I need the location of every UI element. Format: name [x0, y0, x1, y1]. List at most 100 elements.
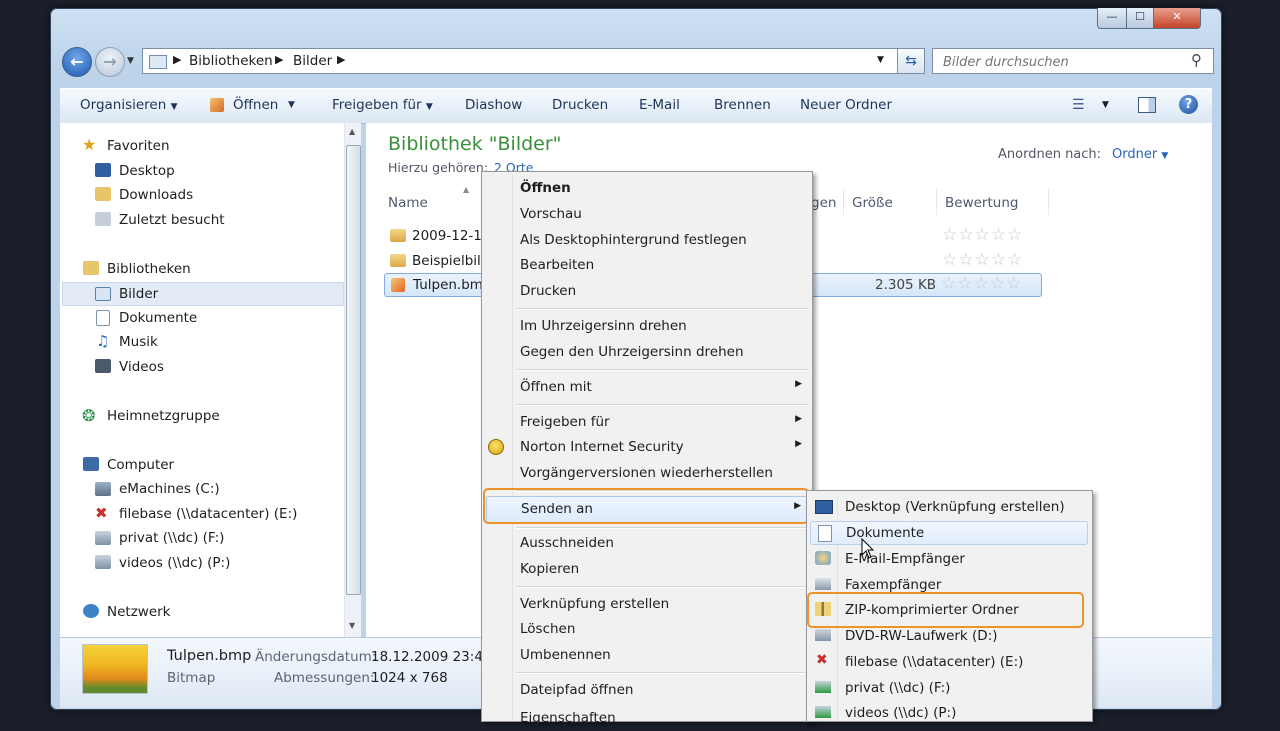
scroll-up-arrow-icon[interactable]: ▲ — [349, 127, 355, 136]
menu-item-copy[interactable]: Kopieren — [482, 557, 812, 582]
view-options-icon[interactable]: ☰ — [1072, 97, 1085, 113]
nav-music[interactable]: Musik — [119, 334, 158, 350]
nav-scrollbar[interactable]: ▲ ▼ — [344, 123, 361, 637]
bitmap-file-icon — [391, 278, 405, 292]
menu-separator — [516, 308, 809, 310]
breadcrumb-libraries[interactable]: Bibliotheken — [189, 53, 273, 69]
maximize-button[interactable]: ☐ — [1126, 8, 1154, 29]
menu-item-edit[interactable]: Bearbeiten — [482, 253, 812, 278]
search-icon[interactable]: ⚲ — [1191, 51, 1202, 69]
new-folder-button[interactable]: Neuer Ordner — [800, 97, 892, 113]
column-header-size[interactable]: Größe — [852, 195, 893, 211]
sendto-dvd-drive[interactable]: DVD-RW-Laufwerk (D:) — [807, 624, 1092, 649]
address-dropdown-icon[interactable]: ▼ — [877, 55, 884, 65]
documents-icon — [818, 525, 832, 542]
open-dropdown-icon[interactable]: ▼ — [288, 100, 295, 110]
rating-stars[interactable]: ☆☆☆☆☆ — [942, 250, 1023, 270]
print-button[interactable]: Drucken — [552, 97, 608, 113]
folder-icon — [390, 254, 406, 267]
computer-icon — [83, 457, 99, 471]
sendto-desktop[interactable]: Desktop (Verknüpfung erstellen) — [807, 495, 1092, 520]
recent-pages-dropdown[interactable]: ▼ — [127, 56, 134, 66]
preview-pane-icon[interactable] — [1138, 97, 1156, 113]
menu-item-rename[interactable]: Umbenennen — [482, 643, 812, 668]
menu-item-open-file-location[interactable]: Dateipfad öffnen — [482, 678, 812, 703]
nav-homegroup[interactable]: Heimnetzgruppe — [107, 408, 220, 424]
organize-button[interactable]: Organisieren ▼ — [80, 97, 178, 113]
file-name: Tulpen.bm — [413, 277, 483, 293]
system-drive-icon — [95, 482, 111, 496]
address-bar[interactable]: ▶ Bibliotheken ▶ Bilder ▶ ▼ — [142, 48, 916, 74]
share-button[interactable]: Freigeben für ▼ — [332, 97, 433, 113]
rating-stars[interactable]: ☆☆☆☆☆ — [942, 225, 1023, 245]
back-button[interactable]: ← — [62, 47, 92, 77]
search-input[interactable] — [941, 52, 1185, 72]
arrange-by-dropdown[interactable]: Ordner ▼ — [1112, 147, 1168, 162]
menu-item-cut[interactable]: Ausschneiden — [482, 531, 812, 556]
menu-item-print[interactable]: Drucken — [482, 279, 812, 304]
details-file-type: Bitmap — [167, 670, 216, 686]
nav-drive-p[interactable]: videos (\\dc) (P:) — [119, 555, 230, 571]
search-box[interactable]: ⚲ — [932, 48, 1214, 74]
details-modified-value: 18.12.2009 23:41 — [371, 649, 492, 665]
menu-item-rotate-counterclockwise[interactable]: Gegen den Uhrzeigersinn drehen — [482, 340, 812, 365]
menu-item-restore-previous-versions[interactable]: Vorgängerversionen wiederherstellen — [482, 461, 812, 486]
menu-item-set-desktop-background[interactable]: Als Desktophintergrund festlegen — [482, 228, 812, 253]
minimize-button[interactable]: — — [1097, 8, 1127, 29]
forward-button[interactable]: → — [95, 47, 125, 77]
menu-separator — [516, 586, 809, 588]
nav-pictures[interactable]: Bilder — [119, 286, 158, 302]
refresh-button[interactable]: ⇆ — [897, 48, 925, 74]
email-button[interactable]: E-Mail — [639, 97, 680, 113]
nav-libraries[interactable]: Bibliotheken — [107, 261, 191, 277]
sendto-drive-e[interactable]: ✖ filebase (\\datacenter) (E:) — [807, 650, 1092, 675]
sendto-drive-p[interactable]: videos (\\dc) (P:) — [807, 701, 1092, 726]
nav-drive-e[interactable]: filebase (\\datacenter) (E:) — [119, 506, 297, 522]
menu-item-open-with[interactable]: Öffnen mit ▶ — [482, 375, 812, 400]
menu-item-create-shortcut[interactable]: Verknüpfung erstellen — [482, 592, 812, 617]
column-header-rating[interactable]: Bewertung — [945, 195, 1018, 211]
disconnected-network-drive-icon: ✖ — [816, 652, 828, 668]
nav-downloads[interactable]: Downloads — [119, 187, 193, 203]
videos-library-icon — [95, 359, 111, 373]
sendto-drive-f[interactable]: privat (\\dc) (F:) — [807, 676, 1092, 701]
nav-videos[interactable]: Videos — [119, 359, 164, 375]
navigation-pane: ★ Favoriten Desktop Downloads Zuletzt be… — [60, 123, 361, 637]
sendto-mail-recipient[interactable]: E-Mail-Empfänger — [807, 547, 1092, 572]
nav-favorites[interactable]: Favoriten — [107, 138, 170, 154]
sendto-documents[interactable]: Dokumente — [810, 521, 1088, 545]
breadcrumb-separator-icon[interactable]: ▶ — [337, 53, 345, 66]
nav-network[interactable]: Netzwerk — [107, 604, 171, 620]
rating-stars[interactable]: ☆☆☆☆☆ — [941, 274, 1022, 294]
help-icon[interactable]: ? — [1179, 95, 1198, 114]
nav-recent-places[interactable]: Zuletzt besucht — [119, 212, 225, 228]
column-divider[interactable] — [936, 189, 937, 215]
column-header-name[interactable]: Name — [388, 195, 428, 211]
menu-item-rotate-clockwise[interactable]: Im Uhrzeigersinn drehen — [482, 314, 812, 339]
nav-computer[interactable]: Computer — [107, 457, 174, 473]
menu-item-preview[interactable]: Vorschau — [482, 202, 812, 227]
breadcrumb-separator-icon[interactable]: ▶ — [173, 53, 181, 66]
nav-documents[interactable]: Dokumente — [119, 310, 197, 326]
scrollbar-thumb[interactable] — [346, 145, 361, 595]
menu-item-delete[interactable]: Löschen — [482, 617, 812, 642]
breadcrumb-pictures[interactable]: Bilder — [293, 53, 332, 69]
scroll-down-arrow-icon[interactable]: ▼ — [349, 621, 355, 630]
close-button[interactable]: ✕ — [1153, 8, 1201, 29]
nav-desktop[interactable]: Desktop — [119, 163, 175, 179]
nav-drive-f[interactable]: privat (\\dc) (F:) — [119, 530, 224, 546]
menu-item-open[interactable]: Öffnen — [482, 176, 812, 201]
slideshow-button[interactable]: Diashow — [465, 97, 522, 113]
menu-item-properties[interactable]: Eigenschaften — [482, 706, 812, 731]
breadcrumb-separator-icon[interactable]: ▶ — [275, 53, 283, 66]
column-divider[interactable] — [843, 189, 844, 215]
command-bar: Organisieren ▼ Öffnen ▼ Freigeben für ▼ … — [60, 88, 1212, 124]
column-divider[interactable] — [1048, 189, 1049, 215]
open-button[interactable]: Öffnen — [233, 97, 278, 113]
burn-button[interactable]: Brennen — [714, 97, 771, 113]
column-header-tags[interactable]: gen — [811, 195, 836, 211]
nav-drive-c[interactable]: eMachines (C:) — [119, 481, 220, 497]
menu-item-norton[interactable]: Norton Internet Security ▶ — [482, 435, 812, 460]
view-dropdown-icon[interactable]: ▼ — [1102, 100, 1109, 110]
menu-item-share-with[interactable]: Freigeben für ▶ — [482, 410, 812, 435]
